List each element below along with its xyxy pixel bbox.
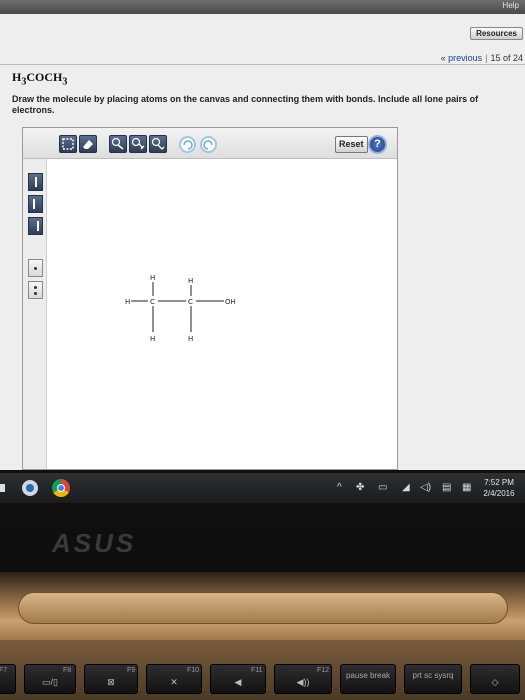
template-tool-button-3[interactable]	[149, 135, 167, 153]
key-label: prt sc sysrq	[412, 671, 454, 680]
question-formula: H3COCH3	[12, 70, 67, 87]
previous-link[interactable]: « previous	[441, 53, 483, 63]
sketcher-toolbar: Reset ?	[23, 128, 397, 159]
double-bond-icon	[33, 199, 35, 209]
photo-frame: Help Resources « previous | 15 of 24 H 3COC…	[0, 0, 525, 700]
message-icon[interactable]: ▤	[442, 482, 451, 493]
hinge-bar	[18, 592, 508, 624]
lone-pair-pair-tool-button[interactable]	[28, 281, 43, 299]
select-tool-button[interactable]	[59, 135, 77, 153]
top-bar: Help	[0, 0, 525, 14]
mute-icon: ✕	[170, 677, 178, 687]
lone-pair-dot	[34, 292, 37, 295]
key-f7[interactable]: F7	[0, 664, 16, 694]
atom-h[interactable]: H	[188, 277, 193, 285]
lone-pair-tool-button[interactable]	[28, 259, 43, 277]
atom-c[interactable]: C	[150, 298, 155, 306]
key-f9[interactable]: F9 ⊠	[84, 664, 138, 694]
clock-time: 7:52 PM	[484, 478, 514, 487]
windows-taskbar: ^ ✤ ▭ ◢ ◁) ▤ ▦ 7:52 PM 2/4/2016	[0, 473, 525, 503]
key-f8[interactable]: F8 ▭/▯	[24, 664, 76, 694]
triple-bond-tool-button[interactable]	[28, 217, 43, 235]
atom-h[interactable]: H	[150, 274, 155, 282]
app-icon[interactable]	[22, 480, 38, 496]
chrome-icon[interactable]	[52, 479, 70, 497]
lone-pair-dot	[34, 286, 37, 289]
power-icon: ◇	[491, 677, 499, 687]
chain-template-icon	[131, 137, 145, 150]
formula-mid: COCH	[26, 70, 63, 84]
network-tray-icon[interactable]: ✤	[356, 482, 364, 493]
atom-c[interactable]: C	[188, 298, 193, 306]
page-counter: 15 of 24	[490, 53, 523, 63]
clock-date: 2/4/2016	[483, 489, 515, 498]
template-tool-button-2[interactable]	[129, 135, 147, 153]
battery-icon[interactable]: ▭	[378, 482, 387, 493]
eraser-icon	[83, 140, 93, 149]
group-template-icon	[151, 137, 165, 150]
key-f12[interactable]: F12 ◀))	[274, 664, 332, 694]
select-icon	[62, 138, 74, 150]
atom-h[interactable]: H	[150, 335, 155, 343]
key-label: F8	[63, 667, 72, 674]
app-icon-center	[26, 484, 34, 492]
display-switch-icon: ▭/▯	[42, 677, 58, 687]
question-prompt: Draw the molecule by placing atoms on th…	[12, 94, 479, 115]
wifi-icon[interactable]: ◢	[402, 482, 410, 493]
divider	[0, 64, 525, 65]
key-power[interactable]: ◇	[470, 664, 520, 694]
keyboard-icon[interactable]: ▦	[462, 482, 471, 493]
lone-pair-dot	[34, 267, 37, 270]
single-bond-tool-button[interactable]	[28, 173, 43, 191]
chrome-icon-center	[57, 484, 65, 492]
key-pause-break[interactable]: pause break	[340, 664, 396, 694]
key-print-screen[interactable]: prt sc sysrq	[404, 664, 462, 694]
redo-icon	[203, 140, 213, 150]
key-label: pause break	[345, 671, 391, 680]
atom-h[interactable]: H	[125, 298, 130, 306]
resources-button[interactable]: Resources	[470, 27, 523, 40]
pager: « previous | 15 of 24	[441, 53, 523, 63]
undo-icon	[183, 140, 193, 150]
molecule-sketcher: Reset ? H H H C C OH H H	[22, 127, 398, 470]
triple-bond-icon	[37, 221, 39, 231]
undo-button[interactable]	[179, 136, 196, 153]
single-bond-icon	[35, 177, 37, 187]
touchpad-lock-icon: ⊠	[107, 677, 115, 687]
sketcher-help-button[interactable]: ?	[368, 135, 387, 154]
double-bond-tool-button[interactable]	[28, 195, 43, 213]
eraser-tool-button[interactable]	[79, 135, 97, 153]
reset-button[interactable]: Reset	[335, 136, 368, 153]
formula-lead: H	[12, 70, 22, 84]
atom-h[interactable]: H	[188, 335, 193, 343]
key-label: F7	[0, 667, 8, 674]
help-link[interactable]: Help	[503, 1, 519, 10]
taskbar-clock[interactable]: 7:52 PM 2/4/2016	[477, 477, 521, 499]
sketcher-side-toolbar	[23, 159, 47, 469]
asus-logo: ASUS	[52, 528, 137, 558]
key-label: F9	[127, 667, 136, 674]
volume-down-icon: ◀	[234, 677, 242, 687]
key-label: F12	[317, 667, 330, 674]
redo-button[interactable]	[200, 136, 217, 153]
template-tool-button-1[interactable]	[109, 135, 127, 153]
volume-up-icon: ◀))	[296, 677, 310, 687]
key-label: F11	[251, 667, 263, 674]
drawing-canvas[interactable]: H H H C C OH H H	[48, 160, 397, 469]
volume-icon[interactable]: ◁)	[420, 482, 431, 493]
ring-template-icon	[111, 137, 124, 150]
key-f11[interactable]: F11 ◀	[210, 664, 266, 694]
key-label: F10	[187, 667, 200, 674]
chevron-up-icon[interactable]: ^	[337, 482, 342, 493]
formula-sub-2: 3	[62, 76, 68, 88]
laptop-screen: Help Resources « previous | 15 of 24 H 3COC…	[0, 0, 525, 470]
pager-separator: |	[485, 53, 488, 63]
taskbar-edge-icon	[0, 484, 5, 492]
atom-oh[interactable]: OH	[225, 298, 236, 306]
key-f10[interactable]: F10 ✕	[146, 664, 202, 694]
